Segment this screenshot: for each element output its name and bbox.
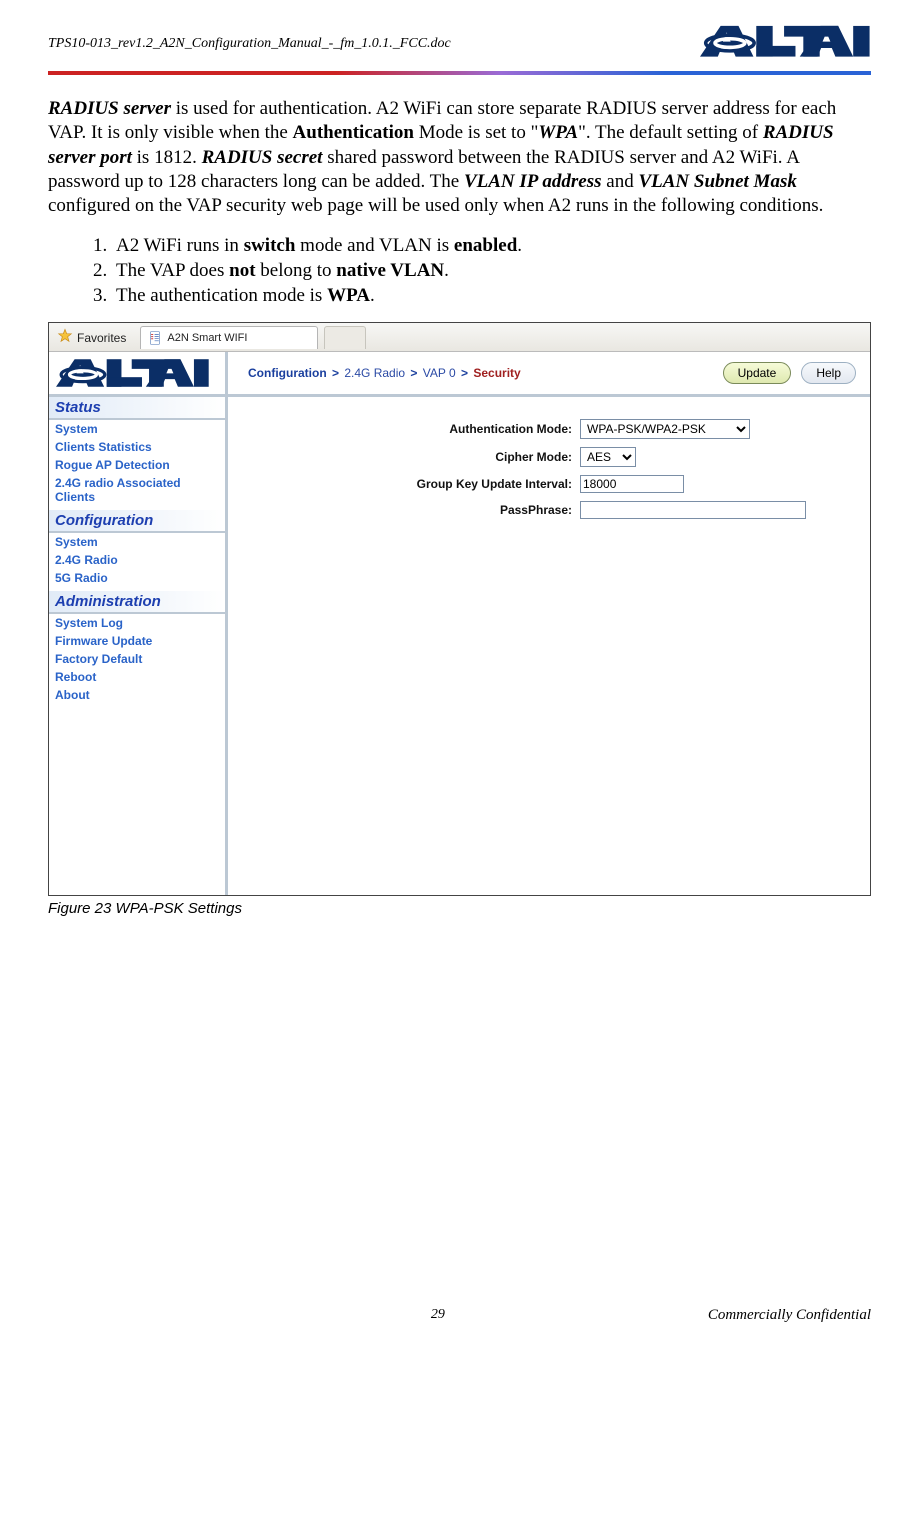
sidebar-item-rogue-ap[interactable]: Rogue AP Detection [49,456,225,474]
passphrase-input[interactable] [580,501,806,519]
sidebar-item-about[interactable]: About [49,686,225,704]
group-key-update-input[interactable] [580,475,684,493]
tab-title: A2N Smart WIFI [167,332,247,344]
confidential-label: Commercially Confidential [708,1307,871,1324]
body-paragraph: RADIUS server is used for authentication… [48,97,871,219]
term-vlan-ip-address: VLAN IP address [464,171,602,192]
favorites-label: Favorites [77,331,126,345]
term-radius-secret: RADIUS secret [202,147,323,168]
list-item: A2 WiFi runs in switch mode and VLAN is … [112,233,871,258]
sidebar-item-system[interactable]: System [49,420,225,438]
sidebar-item-firmware-update[interactable]: Firmware Update [49,632,225,650]
sidebar-item-system-log[interactable]: System Log [49,614,225,632]
sidebar-item-cfg-5g[interactable]: 5G Radio [49,569,225,587]
sidebar-item-cfg-24g[interactable]: 2.4G Radio [49,551,225,569]
favorites-button[interactable]: Favorites [51,328,132,347]
sidebar-item-cfg-system[interactable]: System [49,533,225,551]
browser-tab[interactable]: A2N Smart WIFI [140,326,318,349]
help-button[interactable]: Help [801,362,856,384]
app-logo [53,352,228,394]
figure-caption: Figure 23 WPA-PSK Settings [48,900,871,917]
new-tab-button[interactable] [324,326,366,349]
sidebar-section-configuration: Configuration [49,510,225,533]
conditions-list: A2 WiFi runs in switch mode and VLAN is … [48,233,871,308]
sidebar-section-status: Status [49,397,225,420]
sidebar-item-clients-statistics[interactable]: Clients Statistics [49,438,225,456]
list-item: The authentication mode is WPA. [112,283,871,308]
favorites-bar: Favorites A2N Smart WIFI [49,323,870,352]
term-authentication: Authentication [293,122,414,143]
crumb-configuration[interactable]: Configuration [248,366,327,380]
crumb-vap0[interactable]: VAP 0 [423,366,456,380]
auth-mode-select[interactable]: WPA-PSK/WPA2-PSK [580,419,750,439]
update-button[interactable]: Update [723,362,792,384]
chevron-right-icon: > [408,366,422,380]
group-key-update-label: Group Key Update Interval: [242,471,580,497]
doc-id: TPS10-013_rev1.2_A2N_Configuration_Manua… [48,36,451,52]
term-vlan-subnet-mask: VLAN Subnet Mask [638,171,796,192]
chevron-right-icon: > [330,366,344,380]
header-divider [48,71,871,75]
page-icon [149,331,163,345]
crumb-radio[interactable]: 2.4G Radio [344,366,405,380]
cipher-mode-label: Cipher Mode: [242,443,580,471]
sidebar-item-assoc-clients[interactable]: 2.4G radio Associated Clients [49,474,225,506]
page-number: 29 [168,1307,708,1324]
sidebar-section-administration: Administration [49,591,225,614]
chevron-right-icon: > [459,366,470,380]
passphrase-label: PassPhrase: [242,497,580,523]
star-icon [57,328,73,347]
sidebar-item-factory-default[interactable]: Factory Default [49,650,225,668]
cipher-mode-select[interactable]: AES [580,447,636,467]
breadcrumb: Configuration > 2.4G Radio > VAP 0 > Sec… [228,366,723,380]
sidebar-item-reboot[interactable]: Reboot [49,668,225,686]
term-wpa: WPA [538,122,578,143]
brand-logo [700,22,871,64]
crumb-security: Security [473,366,520,380]
security-form: Authentication Mode: WPA-PSK/WPA2-PSK Ci… [228,397,870,895]
screenshot-panel: Favorites A2N Smart WIFI [48,322,871,896]
sidebar: Status System Clients Statistics Rogue A… [49,397,228,895]
list-item: The VAP does not belong to native VLAN. [112,258,871,283]
auth-mode-label: Authentication Mode: [242,415,580,443]
term-radius-server: RADIUS server [48,98,171,119]
